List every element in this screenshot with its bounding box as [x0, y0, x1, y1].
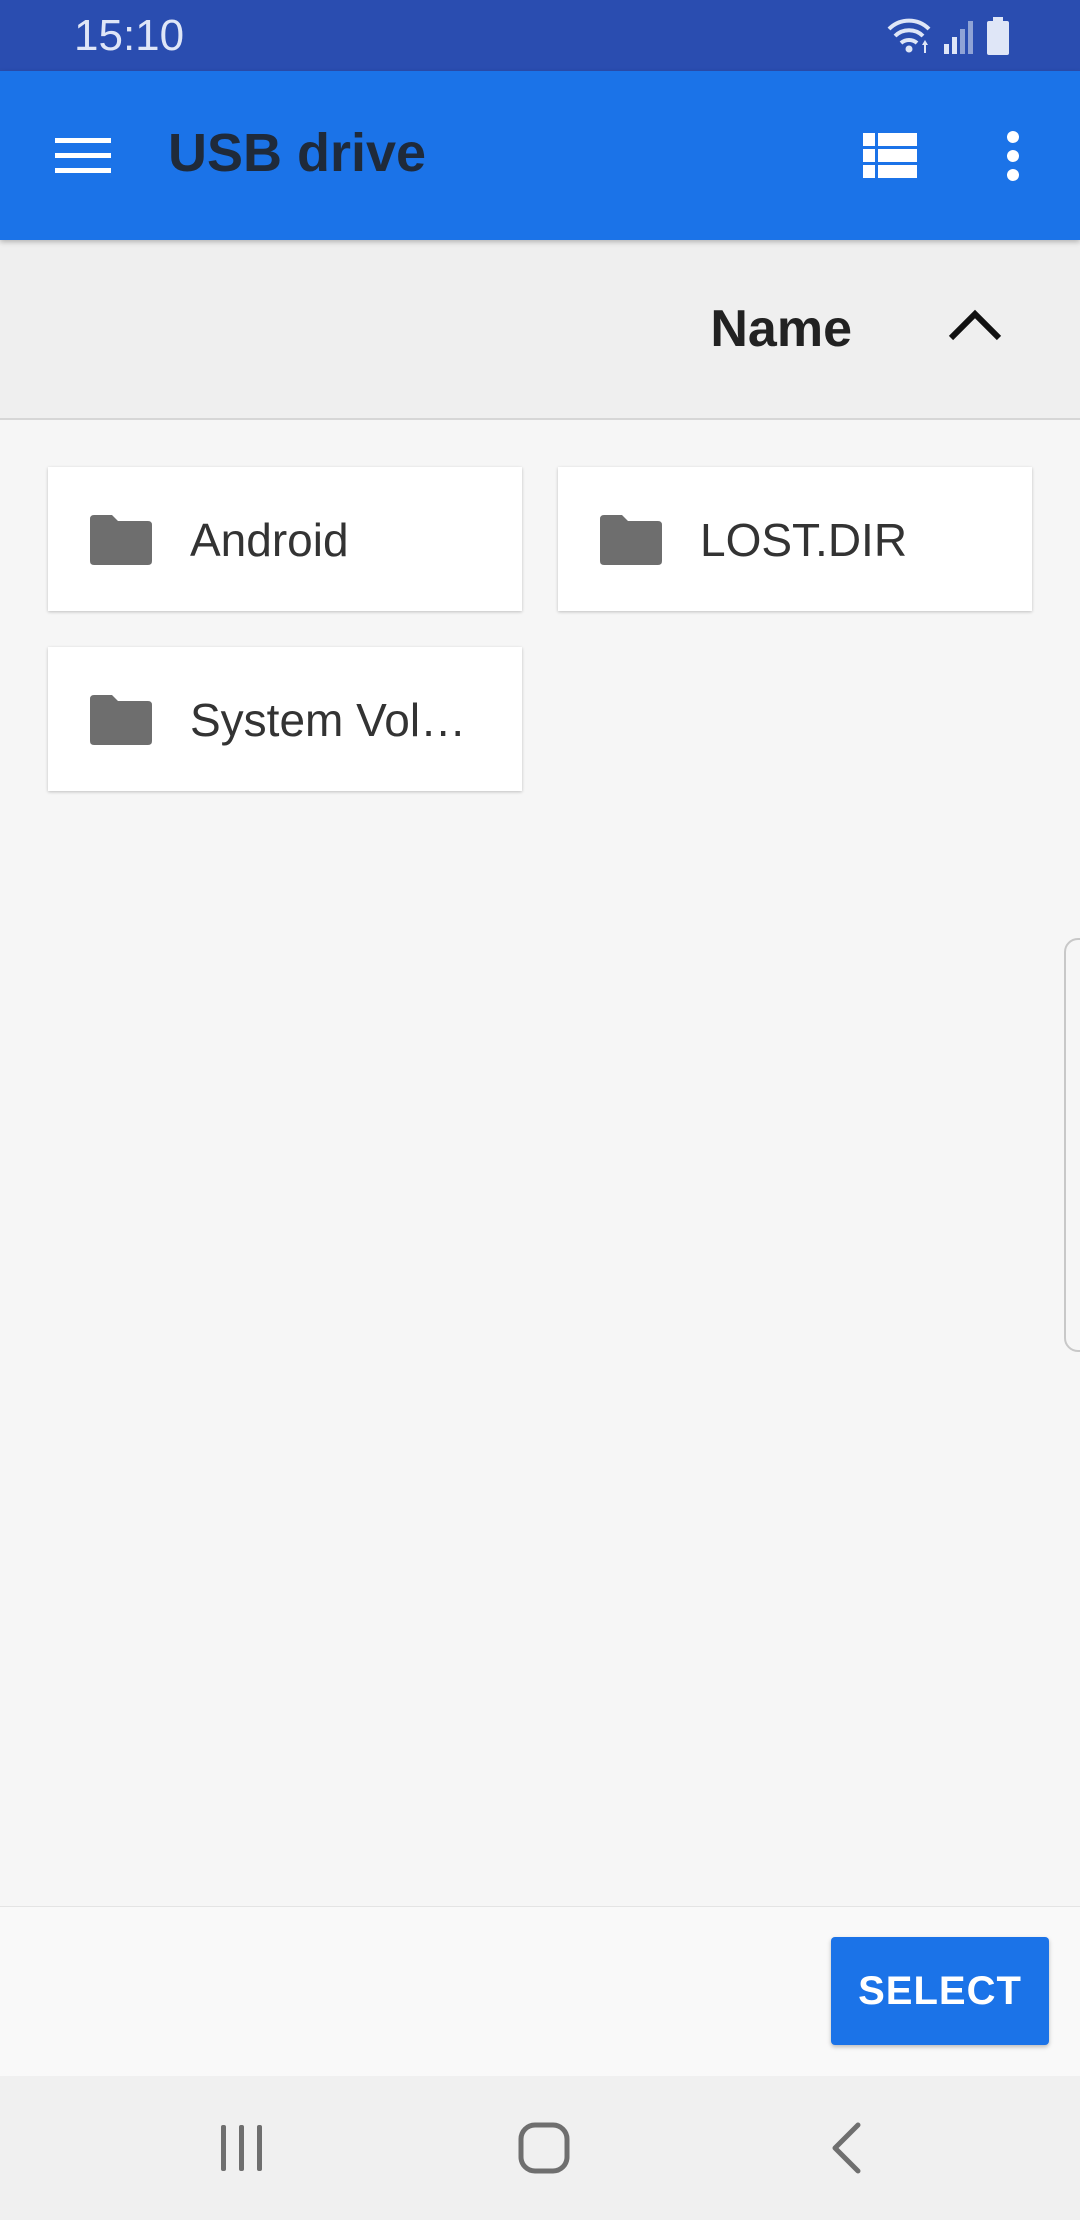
- home-button[interactable]: [484, 2098, 604, 2198]
- folder-icon: [600, 515, 662, 565]
- action-bar: SELECT: [0, 1906, 1080, 2077]
- folder-icon: [90, 515, 152, 565]
- more-vert-icon: [1007, 131, 1019, 181]
- app-bar: USB drive: [0, 71, 1080, 240]
- folder-name: Android: [190, 514, 349, 566]
- nav-bar: [0, 2076, 1080, 2220]
- folder-item-android[interactable]: Android: [48, 467, 522, 611]
- status-bar: 15:10: [0, 0, 1080, 71]
- view-toggle-button[interactable]: [845, 111, 935, 201]
- list-view-icon: [863, 133, 917, 178]
- back-button[interactable]: [786, 2098, 906, 2198]
- menu-icon: [55, 138, 111, 173]
- sort-direction-button[interactable]: [930, 280, 1020, 370]
- chevron-up-icon: [948, 309, 1002, 341]
- status-time: 15:10: [74, 11, 185, 60]
- back-icon: [832, 2122, 861, 2174]
- select-button[interactable]: SELECT: [831, 1937, 1049, 2045]
- battery-icon: [987, 17, 1009, 55]
- folder-name: LOST.DIR: [700, 514, 908, 566]
- folder-item-system-volume[interactable]: System Vol…: [48, 647, 522, 791]
- menu-button[interactable]: [38, 111, 128, 201]
- fast-scroll-handle[interactable]: [1064, 938, 1080, 1352]
- screen: 15:10 USB drive Name Android LOST.DIR Sy…: [0, 0, 1080, 2220]
- sort-by-name-button[interactable]: Name: [710, 298, 852, 360]
- wifi-icon: [887, 18, 931, 53]
- status-icons: [886, 16, 1010, 56]
- more-options-button[interactable]: [968, 111, 1058, 201]
- folder-item-lost-dir[interactable]: LOST.DIR: [558, 467, 1032, 611]
- signal-icon: [944, 21, 973, 54]
- recents-icon: [221, 2125, 262, 2171]
- app-title: USB drive: [168, 123, 427, 183]
- sort-bar: Name: [0, 240, 1080, 420]
- folder-icon: [90, 695, 152, 745]
- recents-button[interactable]: [182, 2098, 302, 2198]
- home-icon: [518, 2122, 570, 2174]
- folder-name: System Vol…: [190, 694, 467, 746]
